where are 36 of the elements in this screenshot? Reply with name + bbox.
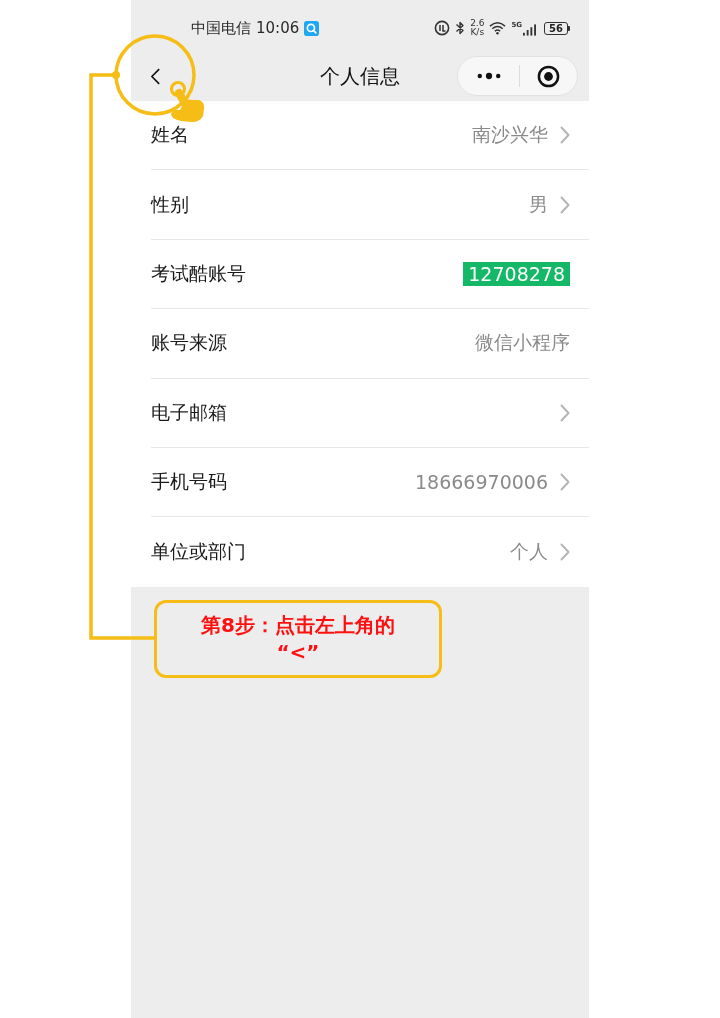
info-row[interactable]: 考试酷账号 12708278 <box>131 239 589 310</box>
field-value: 男 <box>529 191 548 217</box>
back-icon[interactable] <box>150 66 161 86</box>
field-label: 账号来源 <box>151 330 227 356</box>
field-value: 微信小程序 <box>475 330 570 356</box>
field-label: 性别 <box>151 191 189 217</box>
network-speed-value: 2.6 <box>470 19 485 28</box>
info-row[interactable]: 账号来源 微信小程序 <box>131 309 589 379</box>
more-icon[interactable] <box>477 72 501 80</box>
info-row[interactable]: 姓名 南沙兴华 <box>131 101 589 171</box>
field-label: 手机号码 <box>151 469 227 495</box>
field-label: 考试酷账号 <box>151 260 246 286</box>
target-icon[interactable] <box>537 64 560 88</box>
pointing-hand-icon <box>169 80 205 122</box>
magnifier-icon <box>304 20 320 36</box>
signal-bars-icon <box>523 23 537 36</box>
carrier-name: 中国电信 <box>191 18 251 38</box>
highlighted-value: 12708278 <box>463 261 570 286</box>
callout-text: 第8步：点击左上角的 “<” <box>201 612 395 666</box>
info-row[interactable]: 手机号码 18666970006 <box>131 447 589 518</box>
field-value: 个人 <box>510 539 548 565</box>
status-circle-icon <box>434 20 451 36</box>
field-value: 18666970006 <box>415 471 548 494</box>
info-row[interactable]: 性别 男 <box>131 170 589 240</box>
battery-indicator: 56 <box>544 21 570 35</box>
network-speed-unit: K/s <box>470 28 485 37</box>
field-label: 电子邮箱 <box>151 399 227 425</box>
field-value: 南沙兴华 <box>472 122 548 148</box>
wifi-icon <box>489 21 507 35</box>
page-title: 个人信息 <box>320 62 400 90</box>
info-row[interactable]: 单位或部门 个人 <box>131 517 589 587</box>
bluetooth-icon <box>455 20 466 36</box>
field-label: 姓名 <box>151 122 189 148</box>
field-label: 单位或部门 <box>151 539 246 565</box>
clock-time: 10:06 <box>256 19 300 37</box>
info-row[interactable]: 电子邮箱 <box>131 378 589 448</box>
